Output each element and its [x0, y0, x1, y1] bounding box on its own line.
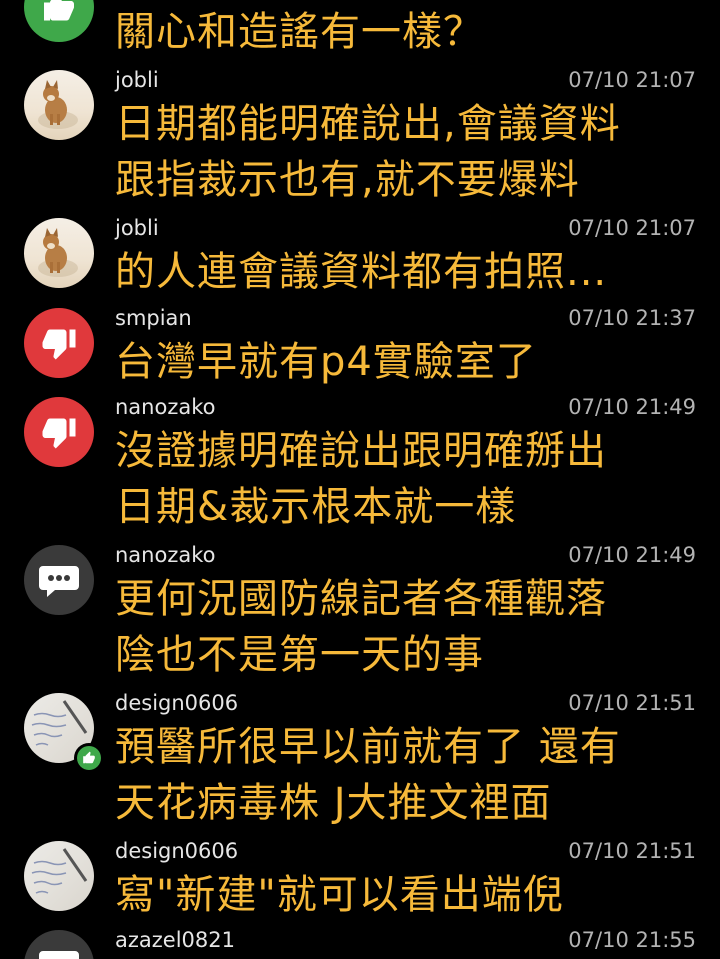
- thumbs-down-icon: [24, 397, 94, 467]
- timestamp: 07/10 21:51: [568, 839, 696, 863]
- comment-line: 的人連會議資料都有拍照...: [115, 249, 608, 295]
- username[interactable]: jobli: [115, 216, 159, 240]
- thumbs-up-icon: [77, 746, 101, 770]
- username[interactable]: design0606: [115, 691, 238, 715]
- avatar[interactable]: [24, 841, 94, 911]
- handwriting-photo-icon: [31, 848, 88, 894]
- thumbs-down-icon: [24, 308, 94, 378]
- username[interactable]: design0606: [115, 839, 238, 863]
- username[interactable]: smpian: [115, 306, 192, 330]
- comment-line: 台灣早就有p4實驗室了: [115, 339, 537, 385]
- comment-line: 天花病毒株 J大推文裡面: [115, 780, 552, 826]
- comment-text: 預醫所很早以前就有了 還有 天花病毒株 J大推文裡面: [115, 719, 695, 831]
- timestamp: 07/10 21:55: [568, 928, 696, 952]
- comment-line: 日期&裁示根本就一樣: [115, 484, 517, 530]
- comment-line: 跟指裁示也有,就不要爆料: [115, 157, 580, 203]
- username[interactable]: jobli: [115, 68, 159, 92]
- comment-text: 沒證據明確說出跟明確掰出 日期&裁示根本就一樣: [115, 423, 695, 535]
- thumbs-up-icon: [24, 0, 94, 42]
- comment-line: 寫"新建"就可以看出端倪: [115, 872, 564, 918]
- chat-bubble-icon: [24, 930, 94, 959]
- comment-line: 更何況國防線記者各種觀落: [115, 576, 607, 622]
- comment-text: 台灣早就有p4實驗室了: [115, 334, 695, 390]
- cat-photo-icon: [38, 228, 78, 277]
- comment-text: 更何況國防線記者各種觀落 陰也不是第一天的事: [115, 571, 695, 683]
- avatar[interactable]: [24, 218, 94, 288]
- comment-line: 沒證據明確說出跟明確掰出: [115, 428, 607, 474]
- avatar[interactable]: [24, 70, 94, 140]
- comment-text: 日期都能明確說出,會議資料 跟指裁示也有,就不要爆料: [115, 96, 695, 208]
- comment-line: 日期都能明確說出,會議資料: [115, 101, 621, 147]
- timestamp: 07/10 21:37: [568, 306, 696, 330]
- comment-line: 預醫所很早以前就有了 還有: [115, 724, 621, 770]
- upvote-badge: [74, 743, 104, 773]
- comment-line: 陰也不是第一天的事: [115, 632, 484, 678]
- comment-text: 關心和造謠有一樣？: [115, 4, 695, 60]
- timestamp: 07/10 21:07: [568, 68, 696, 92]
- comment-feed: 關心和造謠有一樣？ jobli 07/10 21:07 日期都能明確說出,會議資…: [0, 0, 720, 959]
- chat-bubble-icon: [24, 545, 94, 615]
- username[interactable]: azazel0821: [115, 928, 235, 952]
- timestamp: 07/10 21:07: [568, 216, 696, 240]
- timestamp: 07/10 21:49: [568, 543, 696, 567]
- comment-text: 寫"新建"就可以看出端倪: [115, 867, 695, 923]
- username[interactable]: nanozako: [115, 395, 216, 419]
- cat-photo-icon: [38, 80, 78, 129]
- comment-text: 的人連會議資料都有拍照...: [115, 244, 695, 300]
- timestamp: 07/10 21:49: [568, 395, 696, 419]
- username[interactable]: nanozako: [115, 543, 216, 567]
- comment-line: 關心和造謠有一樣？: [115, 9, 484, 55]
- timestamp: 07/10 21:51: [568, 691, 696, 715]
